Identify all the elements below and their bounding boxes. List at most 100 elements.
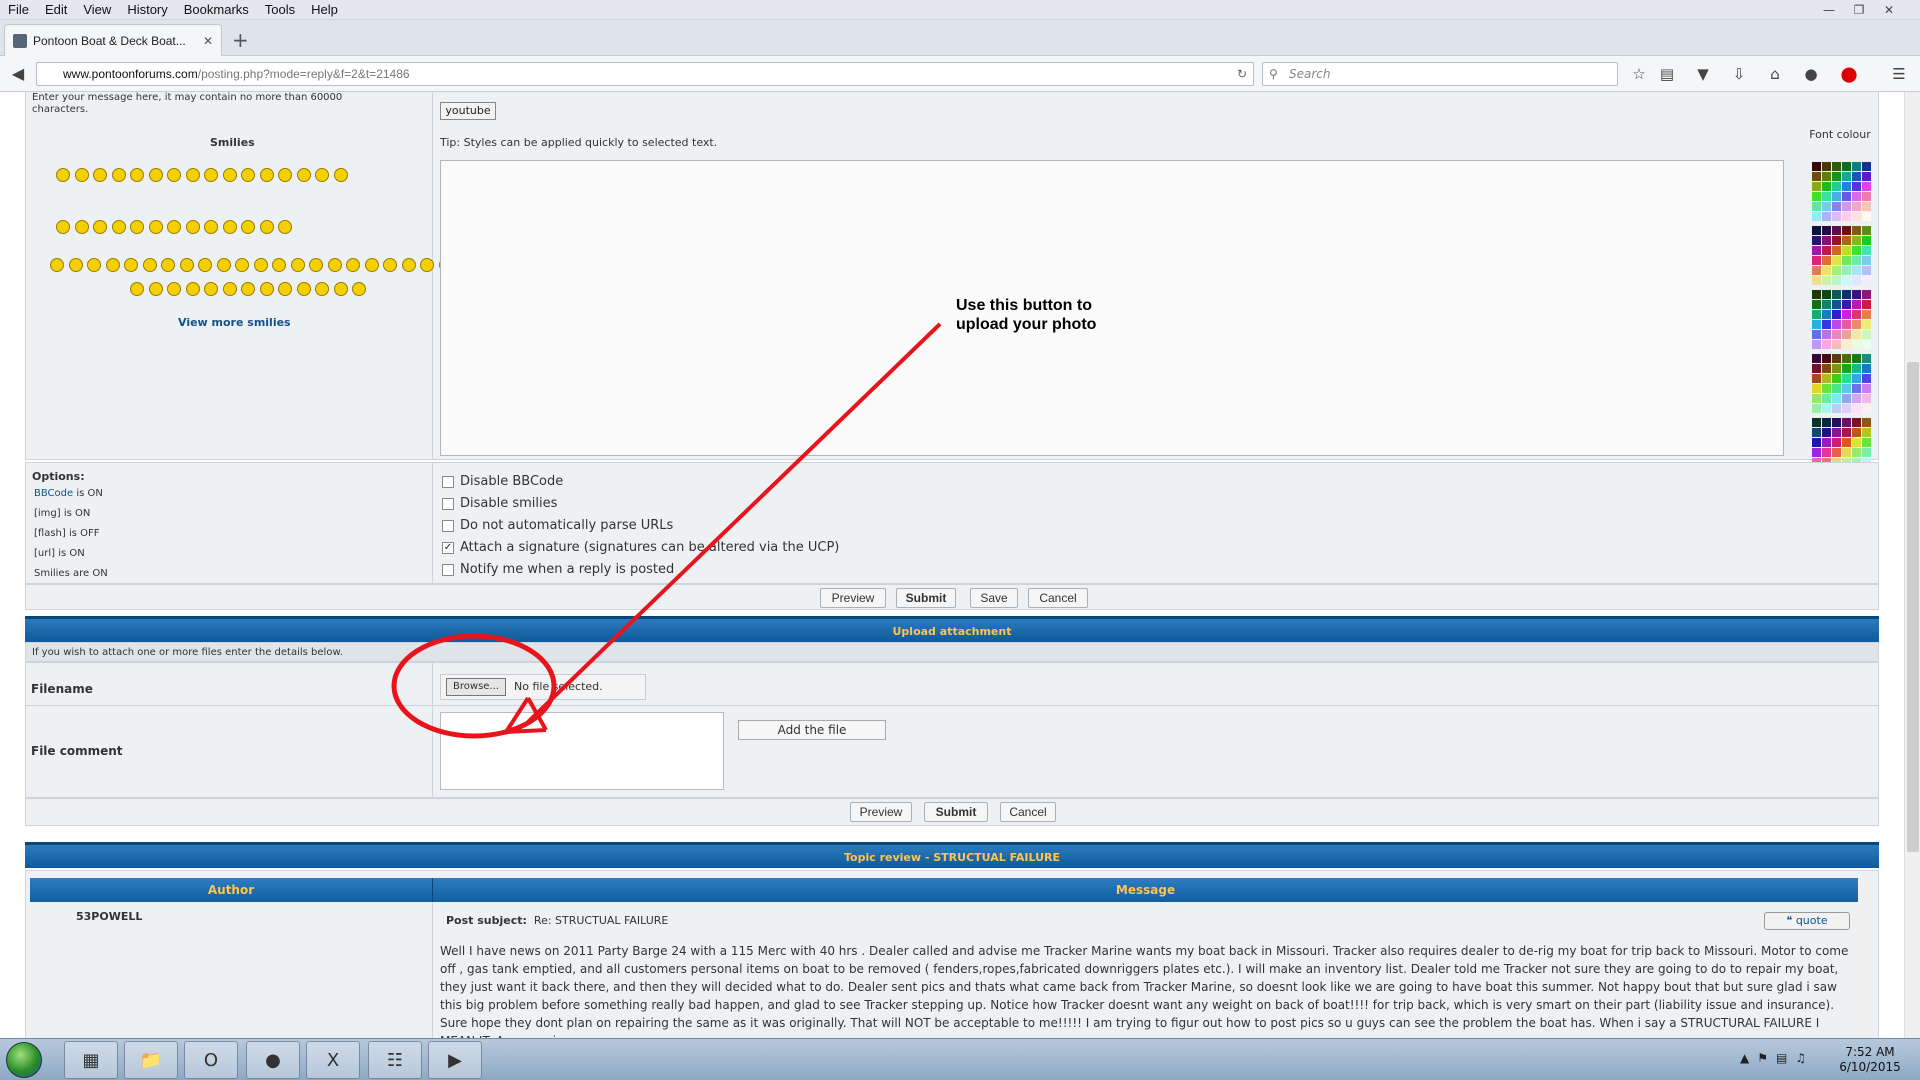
colour-swatch[interactable] [1822, 236, 1831, 245]
smiley-icon[interactable] [148, 168, 163, 182]
smiley-icon[interactable] [309, 258, 323, 272]
colour-swatch[interactable] [1812, 330, 1821, 339]
smiley-icon[interactable] [185, 168, 200, 182]
colour-swatch[interactable] [1812, 226, 1821, 235]
colour-swatch[interactable] [1852, 310, 1861, 319]
colour-swatch[interactable] [1822, 330, 1831, 339]
colour-swatch[interactable] [1832, 428, 1841, 437]
add-file-button[interactable]: Add the file [738, 720, 886, 740]
smiley-icon[interactable] [74, 168, 89, 182]
colour-swatch[interactable] [1812, 340, 1821, 349]
disable-smilies-checkbox[interactable] [442, 498, 454, 510]
back-icon[interactable]: ◀ [6, 62, 30, 86]
colour-swatch[interactable] [1822, 404, 1831, 413]
scroll-thumb[interactable] [1907, 362, 1919, 852]
smiley-icon[interactable] [142, 258, 157, 272]
colour-swatch[interactable] [1852, 448, 1861, 457]
colour-swatch[interactable] [1822, 340, 1831, 349]
colour-swatch[interactable] [1832, 266, 1841, 275]
smiley-icon[interactable] [401, 258, 416, 272]
colour-swatch[interactable] [1832, 418, 1841, 427]
menu-view[interactable]: View [75, 2, 119, 17]
colour-swatch[interactable] [1852, 340, 1861, 349]
smiley-icon[interactable] [198, 258, 212, 272]
colour-swatch[interactable] [1832, 202, 1841, 211]
media-player-icon[interactable]: ▶ [428, 1041, 482, 1079]
topic-review-scrollbar[interactable] [1858, 880, 1872, 1038]
colour-swatch[interactable] [1832, 300, 1841, 309]
smiley-icon[interactable] [333, 282, 348, 296]
colour-swatch[interactable] [1862, 364, 1871, 373]
file-explorer-icon[interactable]: 📁 [124, 1041, 178, 1079]
colour-swatch[interactable] [1862, 172, 1871, 181]
colour-swatch[interactable] [1842, 418, 1851, 427]
smiley-icon[interactable] [241, 168, 255, 182]
smiley-icon[interactable] [185, 282, 200, 296]
menu-history[interactable]: History [119, 2, 175, 17]
colour-swatch[interactable] [1842, 290, 1851, 299]
colour-swatch[interactable] [1862, 310, 1871, 319]
smiley-icon[interactable] [272, 258, 286, 272]
colour-swatch[interactable] [1832, 236, 1841, 245]
colour-swatch[interactable] [1812, 162, 1821, 171]
smiley-icon[interactable] [315, 282, 329, 296]
colour-swatch[interactable] [1842, 236, 1851, 245]
smiley-icon[interactable] [111, 220, 126, 234]
smiley-icon[interactable] [167, 168, 181, 182]
colour-swatch[interactable] [1862, 290, 1871, 299]
minimize-icon[interactable]: — [1816, 2, 1842, 18]
colour-swatch[interactable] [1812, 256, 1821, 265]
colour-swatch[interactable] [1812, 290, 1821, 299]
smiley-icon[interactable] [327, 258, 342, 272]
colour-swatch[interactable] [1812, 192, 1821, 201]
colour-swatch[interactable] [1852, 364, 1861, 373]
view-more-smilies-link[interactable]: View more smilies [178, 316, 291, 329]
colour-swatch[interactable] [1812, 300, 1821, 309]
adblock-icon[interactable]: ⬤ [1838, 64, 1860, 84]
colour-swatch[interactable] [1842, 256, 1851, 265]
smiley-icon[interactable] [420, 258, 434, 272]
smiley-icon[interactable] [167, 220, 181, 234]
colour-swatch[interactable] [1832, 162, 1841, 171]
colour-swatch[interactable] [1822, 418, 1831, 427]
menu-bookmarks[interactable]: Bookmarks [176, 2, 257, 17]
colour-swatch[interactable] [1842, 428, 1851, 437]
smiley-icon[interactable] [148, 220, 163, 234]
menu-file[interactable]: File [0, 2, 37, 17]
colour-swatch[interactable] [1822, 320, 1831, 329]
smiley-icon[interactable] [222, 220, 237, 234]
colour-swatch[interactable] [1832, 394, 1841, 403]
colour-swatch[interactable] [1812, 404, 1821, 413]
colour-swatch[interactable] [1832, 438, 1841, 447]
smiley-icon[interactable] [87, 258, 101, 272]
smiley-icon[interactable] [204, 282, 218, 296]
colour-swatch[interactable] [1832, 290, 1841, 299]
colour-swatch[interactable] [1852, 162, 1861, 171]
preview-button[interactable]: Preview [820, 588, 886, 608]
outlook-icon[interactable]: O [184, 1041, 238, 1079]
colour-swatch[interactable] [1822, 162, 1831, 171]
disable-bbcode-checkbox[interactable] [442, 476, 454, 488]
post-author[interactable]: 53POWELL [76, 910, 142, 923]
colour-swatch[interactable] [1862, 340, 1871, 349]
smiley-icon[interactable] [278, 168, 292, 182]
smiley-icon[interactable] [179, 258, 194, 272]
colour-swatch[interactable] [1842, 172, 1851, 181]
colour-swatch[interactable] [1862, 246, 1871, 255]
colour-swatch[interactable] [1842, 202, 1851, 211]
quote-button[interactable]: ❝ quote [1764, 912, 1850, 930]
colour-swatch[interactable] [1852, 354, 1861, 363]
smiley-icon[interactable] [346, 258, 360, 272]
colour-swatch[interactable] [1852, 226, 1861, 235]
colour-swatch[interactable] [1842, 404, 1851, 413]
colour-swatch[interactable] [1832, 374, 1841, 383]
colour-swatch[interactable] [1812, 202, 1821, 211]
colour-swatch[interactable] [1832, 448, 1841, 457]
colour-swatch[interactable] [1852, 428, 1861, 437]
colour-swatch[interactable] [1862, 384, 1871, 393]
colour-swatch[interactable] [1822, 276, 1831, 285]
colour-swatch[interactable] [1822, 364, 1831, 373]
smiley-icon[interactable] [296, 282, 311, 296]
colour-swatch[interactable] [1852, 384, 1861, 393]
menu-edit[interactable]: Edit [37, 2, 75, 17]
